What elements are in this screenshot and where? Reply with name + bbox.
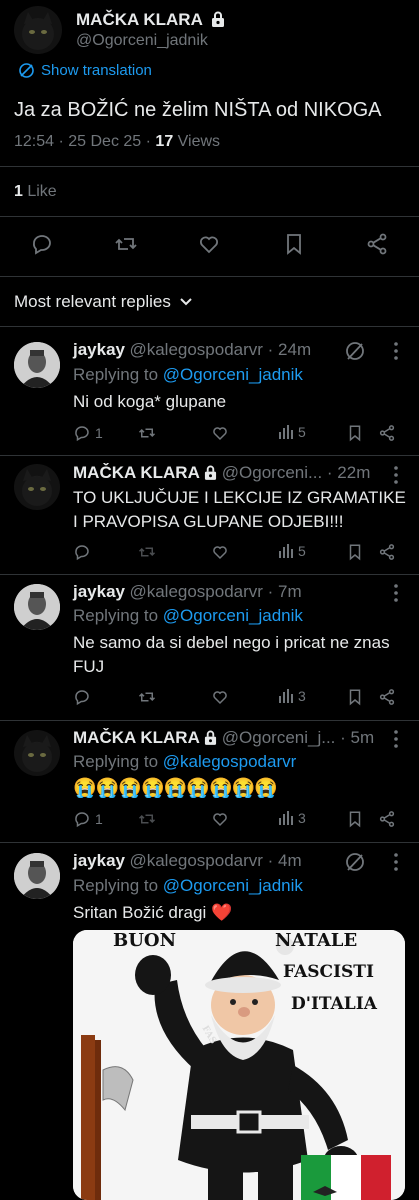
reply-author-handle[interactable]: @Ogorceni_j... · 5m: [222, 728, 374, 747]
more-options-icon[interactable]: [394, 730, 398, 748]
replying-to-link[interactable]: @kalegospodarvr: [163, 752, 297, 771]
reply-author-handle[interactable]: @Ogorceni... · 22m: [222, 463, 371, 482]
reply-author-handle[interactable]: @kalegospodarvr · 7m: [129, 582, 301, 601]
reply-avatar[interactable]: [14, 584, 60, 630]
likes-summary[interactable]: 1 Like: [14, 183, 419, 201]
views-count: 5: [298, 543, 306, 559]
reply-icon[interactable]: [30, 232, 54, 256]
replies-sort-dropdown[interactable]: Most relevant replies: [14, 292, 419, 312]
views-button[interactable]: 5: [278, 543, 306, 559]
show-translation-label: Show translation: [41, 62, 152, 79]
share-icon[interactable]: [365, 232, 389, 256]
replying-to-prefix: Replying to: [73, 876, 163, 895]
views-label: Views: [173, 133, 221, 150]
like-icon[interactable]: [211, 543, 229, 561]
tweet-meta: 12:54 · 25 Dec 25 · 17 Views: [14, 133, 409, 151]
translate-icon[interactable]: [344, 851, 366, 873]
like-icon[interactable]: [211, 424, 229, 442]
tweet-text: Ja za BOŽIĆ ne želim NIŠTA od NIKOGA: [14, 99, 382, 121]
repost-icon[interactable]: [138, 543, 156, 561]
translate-icon[interactable]: [344, 340, 366, 362]
lock-icon: [204, 730, 217, 745]
reply-media-image[interactable]: BUON NATALE FASCISTI D'ITALIA FAS: [73, 930, 405, 1200]
reply-text: Ni od koga* glupane: [73, 392, 227, 411]
media-caption-ditalia: D'ITALIA: [291, 994, 377, 1014]
bookmark-icon[interactable]: [346, 688, 364, 706]
bookmark-icon[interactable]: [346, 543, 364, 561]
reply-text: 😭😭😭😭😭😭😭😭😭: [73, 778, 278, 799]
more-options-icon[interactable]: [394, 853, 398, 871]
share-icon[interactable]: [378, 543, 396, 561]
author-handle[interactable]: @Ogorceni_jadnik: [76, 32, 406, 50]
bookmark-icon[interactable]: [346, 810, 364, 828]
author-name[interactable]: MAČKA KLARA: [76, 10, 203, 29]
repost-icon[interactable]: [138, 810, 156, 828]
replying-to-prefix: Replying to: [73, 606, 163, 625]
reply-avatar[interactable]: [14, 342, 60, 388]
reply-avatar[interactable]: [14, 464, 60, 510]
reply-author-handle[interactable]: @kalegospodarvr · 24m: [129, 340, 311, 359]
reply-button[interactable]: 1: [73, 810, 103, 828]
reply-button[interactable]: [73, 543, 95, 561]
bookmark-icon[interactable]: [346, 424, 364, 442]
views-button[interactable]: 3: [278, 688, 306, 704]
media-caption-natale: NATALE: [275, 930, 358, 951]
lock-icon: [211, 11, 225, 27]
views-count: 3: [298, 688, 306, 704]
replying-to-link[interactable]: @Ogorceni_jadnik: [163, 876, 303, 895]
reply-button[interactable]: [73, 688, 95, 706]
share-icon[interactable]: [378, 688, 396, 706]
lock-icon: [204, 465, 217, 480]
views-count: 5: [298, 424, 306, 440]
like-icon[interactable]: [211, 810, 229, 828]
more-options-icon[interactable]: [394, 584, 398, 602]
replying-to-prefix: Replying to: [73, 752, 163, 771]
views-button[interactable]: 5: [278, 424, 306, 440]
share-icon[interactable]: [378, 424, 396, 442]
reply-button[interactable]: 1: [73, 424, 103, 442]
reply-author-name[interactable]: MAČKA KLARA: [73, 728, 200, 747]
author-avatar[interactable]: [14, 6, 62, 54]
replies-sort-label: Most relevant replies: [14, 292, 171, 311]
repost-icon[interactable]: [138, 424, 156, 442]
like-icon[interactable]: [197, 232, 221, 256]
media-caption-fascisti: FASCISTI: [283, 962, 374, 982]
reply-author-name[interactable]: MAČKA KLARA: [73, 463, 200, 482]
views-count: 3: [298, 810, 306, 826]
replying-to-link[interactable]: @Ogorceni_jadnik: [163, 606, 303, 625]
show-translation-link[interactable]: Show translation: [18, 62, 318, 79]
likes-label: Like: [22, 183, 57, 200]
reply-author-name[interactable]: jaykay: [73, 340, 125, 359]
share-icon[interactable]: [378, 810, 396, 828]
like-icon[interactable]: [211, 688, 229, 706]
reply-author-handle[interactable]: @kalegospodarvr · 4m: [129, 851, 301, 870]
likes-count: 1: [14, 183, 23, 200]
tweet-timestamp[interactable]: 12:54 · 25 Dec 25 ·: [14, 133, 155, 150]
reply-avatar[interactable]: [14, 853, 60, 899]
replying-to-link[interactable]: @Ogorceni_jadnik: [163, 365, 303, 384]
more-options-icon[interactable]: [394, 466, 398, 484]
replying-to-prefix: Replying to: [73, 365, 163, 384]
reply-count: 1: [95, 811, 103, 827]
repost-icon[interactable]: [138, 688, 156, 706]
reply-text: TO UKLJUČUJE I LEKCIJE IZ GRAMATIKE I PR…: [73, 488, 406, 531]
views-button[interactable]: 3: [278, 810, 306, 826]
translate-icon: [18, 62, 35, 79]
tweet-actions: [0, 232, 419, 280]
reply-author-name[interactable]: jaykay: [73, 851, 125, 870]
bookmark-icon[interactable]: [282, 232, 306, 256]
more-options-icon[interactable]: [394, 342, 398, 360]
reply-count: 1: [95, 425, 103, 441]
reply-text: Sritan Božić dragi ❤️: [73, 903, 233, 922]
repost-icon[interactable]: [114, 232, 138, 256]
reply-author-name[interactable]: jaykay: [73, 582, 125, 601]
chevron-down-icon: [179, 297, 193, 307]
views-count: 17: [155, 133, 174, 150]
reply-text: Ne samo da si debel nego i pricat ne zna…: [73, 633, 390, 676]
media-caption-buon: BUON: [113, 930, 177, 951]
reply-avatar[interactable]: [14, 730, 60, 776]
